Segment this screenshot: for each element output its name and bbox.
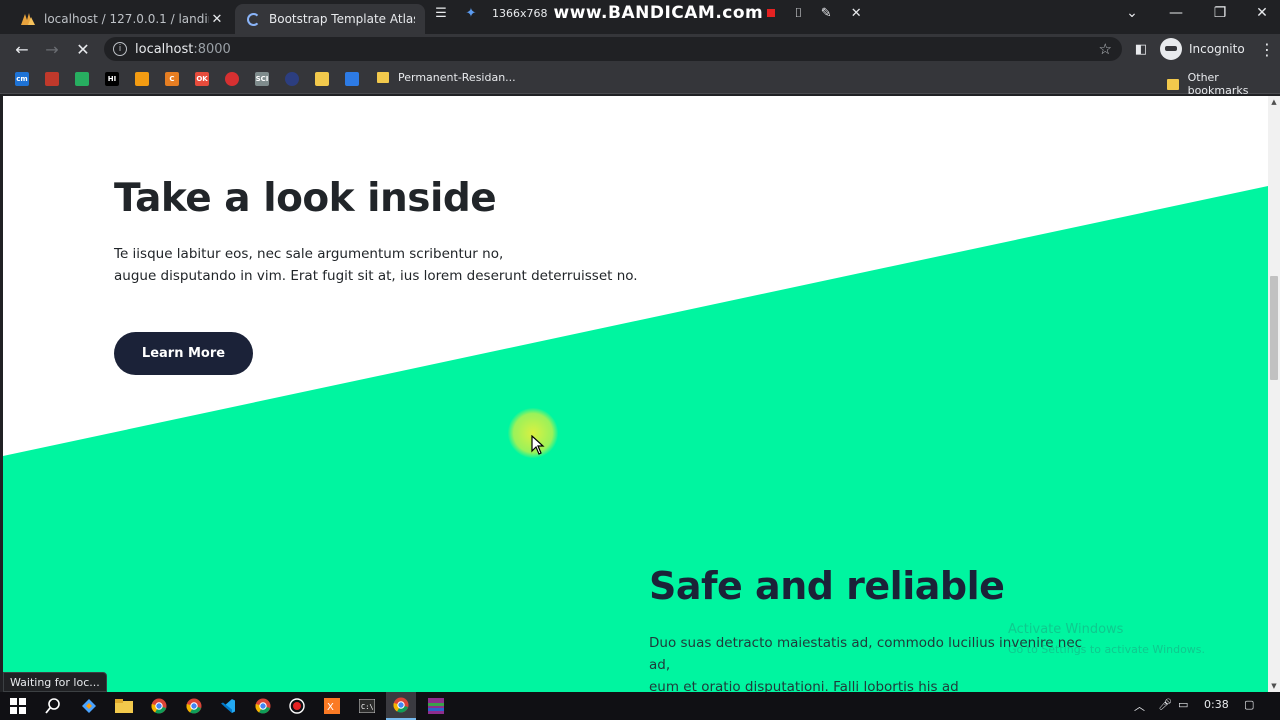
vscode-icon[interactable] [218, 696, 238, 716]
terminal-icon[interactable]: C:\ [357, 696, 377, 716]
page-viewport: Take a look inside Te iisque labitur eos… [3, 96, 1268, 692]
recording-resolution: 1366x768 [492, 6, 548, 20]
chrome-icon[interactable] [184, 696, 204, 716]
bookmark-cm-icon[interactable]: cm [15, 72, 29, 86]
folder-icon [1167, 78, 1179, 90]
bookmark-icon[interactable] [75, 72, 89, 86]
archive-icon[interactable] [426, 696, 446, 716]
tab-bootstrap-template[interactable]: Bootstrap Template Atlas [235, 4, 425, 34]
bookmark-icon[interactable] [225, 72, 239, 86]
tab-title: localhost / 127.0.0.1 / landing_pa [44, 12, 209, 26]
bookmark-icon[interactable] [135, 72, 149, 86]
file-explorer-icon[interactable] [114, 696, 134, 716]
network-icon[interactable]: ▭ [1178, 698, 1188, 711]
more-menu-icon[interactable]: ⋮ [1256, 38, 1278, 60]
side-panel-icon[interactable]: ◧ [1130, 38, 1152, 60]
loading-spinner-icon [245, 11, 261, 27]
bookmark-star-icon[interactable]: ☆ [1099, 40, 1112, 58]
bandicam-watermark: www.BANDICAM.com [553, 3, 764, 23]
pin-icon[interactable]: ✦ [462, 6, 480, 21]
bookmark-folder-permanent[interactable]: Permanent-Residan... [377, 71, 516, 84]
restore-icon[interactable]: ❐ [1198, 0, 1242, 26]
svg-text:X: X [327, 702, 334, 713]
bookmark-icon[interactable]: OK [195, 72, 209, 86]
windows-taskbar: X C:\ ︿ 🎤︎ ▭ 0:38 ▢ [0, 692, 1280, 720]
page-scrollbar[interactable]: ▲ ▼ [1268, 96, 1280, 692]
section-heading: Safe and reliable [649, 564, 1005, 608]
url-text: localhost:8000 [135, 41, 231, 57]
camera-icon[interactable]: ⌷ [789, 6, 807, 21]
learn-more-button[interactable]: Learn More [114, 332, 253, 375]
back-icon[interactable]: ← [11, 38, 33, 60]
stop-loading-icon[interactable]: ✕ [72, 38, 94, 60]
incognito-profile[interactable]: Incognito [1160, 38, 1245, 60]
bookmark-icon[interactable] [285, 72, 299, 86]
bookmark-icon[interactable] [345, 72, 359, 86]
tray-chevron-icon[interactable]: ︿ [1134, 698, 1145, 714]
scroll-up-icon[interactable]: ▲ [1268, 96, 1280, 108]
site-info-icon[interactable]: i [113, 42, 127, 56]
section-heading: Take a look inside [114, 176, 497, 221]
chrome-icon[interactable] [386, 692, 416, 720]
bookmark-icon[interactable] [45, 72, 59, 86]
record-icon[interactable] [767, 9, 776, 17]
other-bookmarks-label: Other bookmarks [1187, 71, 1249, 97]
microphone-icon[interactable]: 🎤︎ [1158, 698, 1172, 711]
minimize-icon[interactable]: — [1154, 0, 1198, 26]
window-close-icon[interactable]: ✕ [1240, 0, 1280, 26]
close-tab-icon[interactable]: ✕ [209, 12, 225, 27]
scroll-down-icon[interactable]: ▼ [1268, 680, 1280, 692]
notifications-icon[interactable]: ▢ [1244, 698, 1254, 711]
menu-icon[interactable]: ☰ [432, 6, 450, 21]
mouse-cursor-icon [531, 435, 545, 455]
incognito-icon [1160, 38, 1182, 60]
chrome-icon[interactable] [253, 696, 273, 716]
tab-phpmyadmin[interactable]: localhost / 127.0.0.1 / landing_pa ✕ [10, 4, 235, 34]
browser-toolbar: ← → ✕ i localhost:8000 ☆ ◧ Incognito ⋮ [0, 34, 1280, 64]
tab-title: Bootstrap Template Atlas [269, 12, 415, 26]
status-bubble: Waiting for loc... [3, 672, 107, 692]
phpmyadmin-icon [20, 11, 36, 27]
activate-windows-watermark: Activate Windows Go to Settings to activ… [1008, 622, 1206, 656]
record-app-icon[interactable] [287, 696, 307, 716]
search-icon[interactable] [43, 696, 63, 716]
folder-icon [377, 72, 389, 83]
close-icon[interactable]: ✕ [847, 6, 865, 21]
incognito-label: Incognito [1189, 42, 1245, 56]
chrome-icon[interactable] [149, 696, 169, 716]
bandicam-toolbar: ☰ ✦ 1366x768 www.BANDICAM.com ⌷ ✎ ✕ [432, 0, 865, 26]
scrollbar-thumb[interactable] [1270, 276, 1278, 380]
folder-label: Permanent-Residan... [398, 71, 516, 84]
bookmark-icon[interactable]: C [165, 72, 179, 86]
bookmarks-bar: cm HI C OK SCI Permanent-Residan... Othe… [0, 64, 1280, 97]
address-bar[interactable]: i localhost:8000 ☆ [104, 37, 1122, 61]
forward-icon[interactable]: → [41, 38, 63, 60]
clock[interactable]: 0:38 [1204, 698, 1229, 711]
windows-start-icon[interactable] [8, 696, 28, 716]
bookmark-icon[interactable]: HI [105, 72, 119, 86]
bookmark-icon[interactable] [315, 72, 329, 86]
bookmark-icon[interactable]: SCI [255, 72, 269, 86]
app-icon[interactable] [79, 696, 99, 716]
xampp-icon[interactable]: X [322, 696, 342, 716]
pencil-icon[interactable]: ✎ [817, 6, 835, 21]
tab-strip: localhost / 127.0.0.1 / landing_pa ✕ Boo… [0, 0, 1280, 34]
tab-search-icon[interactable]: ⌄ [1110, 0, 1154, 26]
other-bookmarks[interactable]: Other bookmarks [1167, 71, 1280, 97]
section-text: Te iisque labitur eos, nec sale argument… [114, 246, 638, 284]
svg-text:C:\: C:\ [361, 703, 374, 711]
